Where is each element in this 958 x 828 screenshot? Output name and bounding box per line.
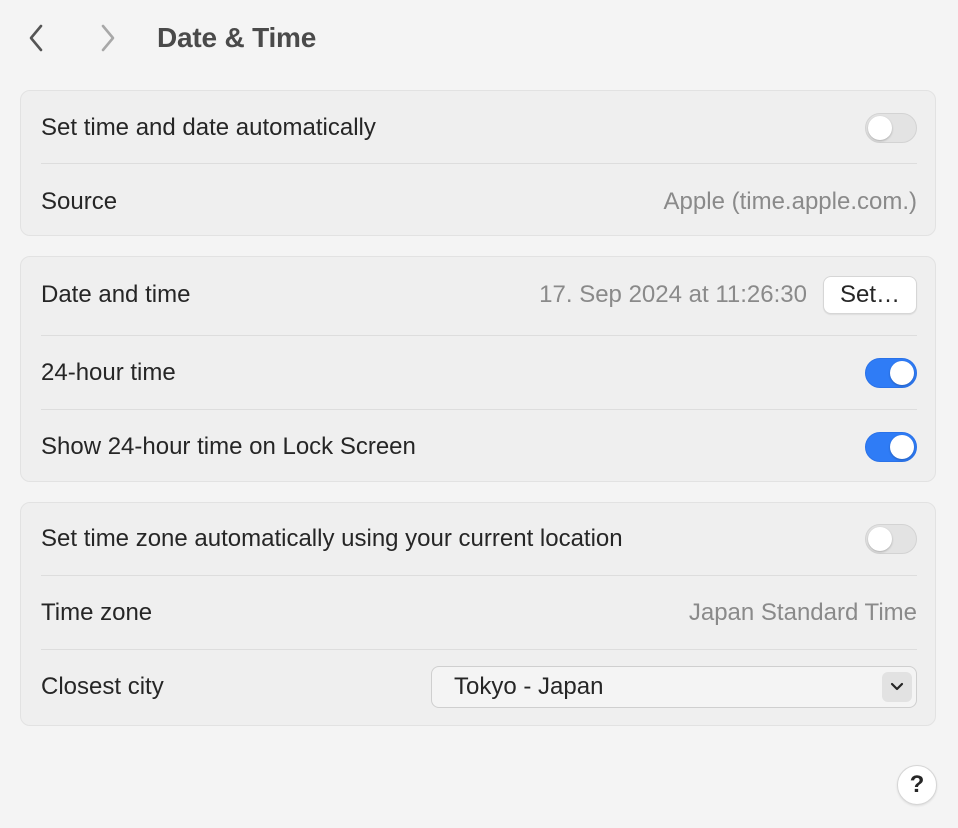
time-zone-label: Time zone — [41, 599, 153, 626]
divider — [41, 409, 917, 410]
hour24-row: 24-hour time — [41, 356, 917, 390]
toolbar: Date & Time — [0, 0, 958, 76]
toggle-knob — [868, 116, 892, 140]
divider — [41, 649, 917, 650]
page-title: Date & Time — [157, 22, 317, 53]
divider — [41, 575, 917, 576]
toggle-knob — [890, 361, 914, 385]
set-auto-label: Set time and date automatically — [41, 114, 376, 141]
date-time-value: 17. Sep 2024 at 11:26:30 — [539, 281, 807, 308]
hour24-toggle[interactable] — [865, 358, 917, 388]
source-row: Source Apple (time.apple.com.) — [41, 185, 917, 219]
chevron-left-icon — [29, 24, 43, 52]
chevron-down-icon — [882, 672, 912, 702]
set-auto-toggle[interactable] — [865, 113, 917, 143]
help-button[interactable]: ? — [897, 765, 937, 805]
date-time-row: Date and time 17. Sep 2024 at 11:26:30 S… — [41, 275, 917, 315]
date-time-label: Date and time — [41, 281, 191, 308]
auto-tz-row: Set time zone automatically using your c… — [41, 522, 917, 556]
closest-city-row: Closest city Tokyo - Japan — [41, 665, 917, 709]
divider — [41, 335, 917, 336]
back-button[interactable] — [18, 20, 54, 56]
divider — [41, 163, 917, 164]
lock-screen-label: Show 24-hour time on Lock Screen — [41, 433, 416, 460]
source-label: Source — [41, 188, 118, 215]
set-date-time-button[interactable]: Set… — [822, 276, 917, 314]
time-zone-row: Time zone Japan Standard Time — [41, 596, 917, 630]
date-time-group: Date and time 17. Sep 2024 at 11:26:30 S… — [20, 256, 936, 482]
lock-screen-toggle[interactable] — [865, 432, 917, 462]
time-zone-value: Japan Standard Time — [688, 599, 917, 626]
hour24-label: 24-hour time — [41, 359, 176, 386]
date-time-controls: 17. Sep 2024 at 11:26:30 Set… — [539, 276, 917, 314]
time-zone-group: Set time zone automatically using your c… — [20, 502, 936, 726]
closest-city-select[interactable]: Tokyo - Japan — [431, 666, 917, 708]
auto-tz-label: Set time zone automatically using your c… — [41, 525, 623, 552]
toggle-knob — [868, 527, 892, 551]
forward-button[interactable] — [90, 20, 126, 56]
automatic-time-group: Set time and date automatically Source A… — [20, 90, 936, 236]
auto-tz-toggle[interactable] — [865, 524, 917, 554]
chevron-right-icon — [101, 24, 115, 52]
lock-screen-row: Show 24-hour time on Lock Screen — [41, 430, 917, 464]
source-value: Apple (time.apple.com.) — [663, 188, 917, 215]
toggle-knob — [890, 435, 914, 459]
closest-city-label: Closest city — [41, 673, 164, 700]
closest-city-value: Tokyo - Japan — [454, 673, 604, 700]
set-auto-row: Set time and date automatically — [41, 111, 917, 145]
